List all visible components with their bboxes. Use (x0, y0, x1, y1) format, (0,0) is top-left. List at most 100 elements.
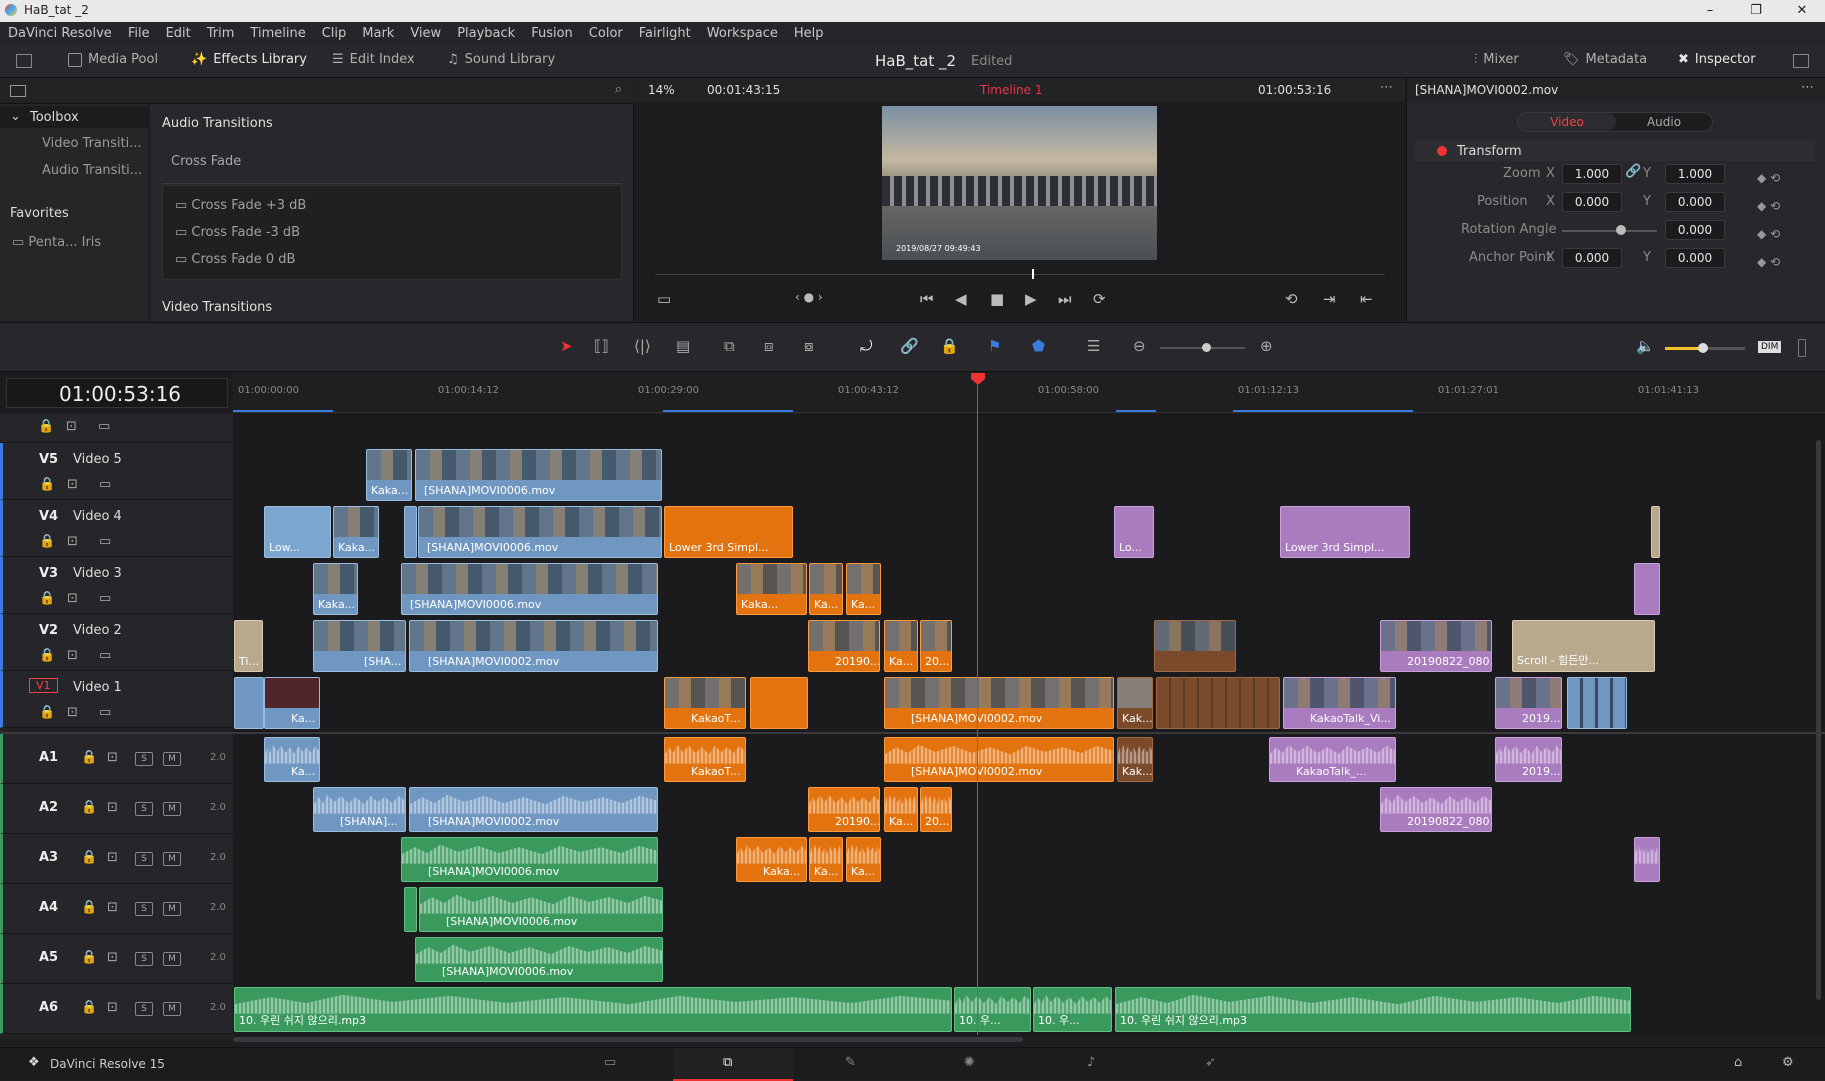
audio-clip[interactable]: Ka... (264, 737, 320, 782)
solo-button[interactable]: S (135, 901, 153, 916)
menu-trim[interactable]: Trim (199, 26, 243, 41)
mute-button[interactable]: M (163, 851, 181, 866)
auto-select-icon[interactable]: ⊡ (67, 648, 78, 663)
timeline-clip[interactable]: Kaka... (366, 449, 412, 501)
timeline-clip[interactable]: Kaka... (736, 563, 807, 615)
position-y-field[interactable]: 0.000 (1665, 192, 1725, 212)
scrubber-playhead[interactable] (1032, 269, 1034, 279)
auto-select-icon[interactable]: ⊡ (67, 477, 78, 492)
timeline-clip[interactable]: [SHANA]MOVI0006.mov (401, 563, 658, 615)
audio-clip[interactable]: [SHANA]MOVI0006.mov (401, 837, 658, 882)
audio-clip[interactable]: KakaoTalk_... (1269, 737, 1396, 782)
timeline-clip[interactable]: Ka... (264, 677, 320, 729)
scrubber[interactable] (655, 274, 1385, 275)
audio-clip[interactable]: 20190... (808, 787, 880, 832)
lock-icon[interactable]: 🔒 (940, 337, 959, 355)
solo-button[interactable]: S (135, 751, 153, 766)
anchor-y-field[interactable]: 0.000 (1665, 248, 1725, 268)
auto-select-icon[interactable]: ⊡ (67, 591, 78, 606)
timeline-clip[interactable] (234, 677, 264, 729)
keyframe-icon[interactable]: ◆ ⟲ (1757, 192, 1797, 220)
menu-help[interactable]: Help (786, 26, 832, 41)
panel-toggle-icon[interactable] (16, 54, 32, 68)
edit-page-tab[interactable]: ⧉ (673, 1048, 793, 1081)
vertical-scrollbar[interactable] (1816, 440, 1821, 1000)
media-pool-button[interactable]: Media Pool (68, 52, 158, 67)
timeline-clip[interactable] (1651, 506, 1660, 558)
lock-icon[interactable]: 🔒 (39, 477, 55, 492)
timeline-clip[interactable] (404, 506, 417, 558)
timeline-clip[interactable]: Lower 3rd Simpl... (664, 506, 793, 558)
timeline-clip[interactable]: 20... (920, 620, 952, 672)
speaker-icon[interactable]: 🔈 (1636, 337, 1655, 355)
audio-clip[interactable]: [SHANA]MOVI0002.mov (409, 787, 658, 832)
lock-icon[interactable]: 🔒 (81, 750, 97, 765)
timeline-clip[interactable]: Kaka... (313, 563, 358, 615)
crossfade-item[interactable]: ▭ Cross Fade +3 dB (175, 198, 306, 213)
position-x-field[interactable]: 0.000 (1562, 192, 1622, 212)
insert-clip-icon[interactable]: ⧉ (724, 337, 735, 355)
effects-library-button[interactable]: ✨ Effects Library (191, 52, 307, 67)
audio-clip[interactable]: [SHANA]... (313, 787, 406, 832)
auto-select-icon[interactable]: ⊡ (107, 900, 118, 915)
audio-clip[interactable]: Kaka... (736, 837, 807, 882)
crop-icon[interactable]: ▭ (657, 290, 671, 308)
mute-button[interactable]: M (163, 801, 181, 816)
mute-button[interactable]: M (163, 901, 181, 916)
menu-davinci[interactable]: DaVinci Resolve (0, 26, 120, 41)
auto-select-icon[interactable]: ⊡ (66, 419, 77, 434)
trim-tool-icon[interactable]: ⟦⟧ (594, 337, 609, 355)
auto-select-icon[interactable]: ⊡ (67, 534, 78, 549)
skip-end-icon[interactable]: ⏭ (1058, 290, 1072, 308)
audio-clip[interactable]: Ka... (846, 837, 881, 882)
metadata-button[interactable]: 🏷 Metadata (1563, 52, 1647, 67)
play-icon[interactable]: ▶ (1025, 290, 1037, 308)
inspector-button[interactable]: ✖ Inspector (1678, 52, 1756, 67)
audio-clip[interactable]: [SHANA]MOVI0006.mov (419, 887, 663, 932)
timeline-clip[interactable]: [SHANA]MOVI0006.mov (415, 449, 662, 501)
play-reverse-icon[interactable]: ◀ (955, 290, 967, 308)
menu-fusion[interactable]: Fusion (523, 26, 581, 41)
snapping-icon[interactable]: ⤾ (860, 337, 873, 355)
edit-index-button[interactable]: ☰ Edit Index (332, 52, 415, 67)
auto-select-icon[interactable]: ⊡ (107, 1000, 118, 1015)
volume-handle[interactable] (1698, 343, 1708, 353)
timeline-clip[interactable]: Lo... (1114, 506, 1154, 558)
zoom-in-icon[interactable]: ⊕ (1260, 337, 1273, 355)
zoom-x-field[interactable]: 1.000 (1562, 164, 1622, 184)
settings-gear-icon[interactable]: ⚙ (1782, 1055, 1794, 1070)
enable-dot-icon[interactable] (1437, 146, 1447, 156)
anchor-x-field[interactable]: 0.000 (1562, 248, 1622, 268)
audio-clip[interactable] (404, 887, 417, 932)
match-frame-icon[interactable]: ⟲ (1285, 290, 1298, 308)
timeline-clip[interactable]: 20190... (808, 620, 880, 672)
timeline-clip[interactable] (1567, 677, 1627, 729)
zoom-y-field[interactable]: 1.000 (1665, 164, 1725, 184)
audio-clip[interactable]: [SHANA]MOVI0002.mov (884, 737, 1114, 782)
search-icon[interactable]: ⌕ (615, 82, 622, 97)
auto-select-icon[interactable]: ⊡ (107, 750, 118, 765)
timeline-clip[interactable]: Low... (264, 506, 331, 558)
timeline-clip[interactable]: KakaoT... (664, 677, 746, 729)
marker-icon[interactable]: ⬟ (1032, 337, 1045, 355)
lock-icon[interactable]: 🔒 (81, 950, 97, 965)
timeline-clip[interactable]: [SHANA]MOVI0002.mov (409, 620, 658, 672)
dynamic-trim-icon[interactable]: ⟨|⟩ (634, 337, 651, 355)
tab-audio[interactable]: Audio (1616, 113, 1712, 131)
audio-clip[interactable]: 10. 우린 쉬지 않으리.mp3 (234, 987, 952, 1032)
audio-clip[interactable] (1634, 837, 1660, 882)
lock-icon[interactable]: 🔒 (39, 534, 55, 549)
audio-clip[interactable]: 20190822_080... (1380, 787, 1492, 832)
timeline-clip[interactable]: Ka... (809, 563, 843, 615)
timeline-clip[interactable]: KakaoTalk_Vi... (1283, 677, 1396, 729)
toolbox-row[interactable]: ⌄ Toolbox (0, 106, 150, 128)
sidebar-toggle-icon[interactable] (10, 85, 26, 97)
track-id[interactable]: V1 (29, 678, 58, 693)
timeline-clip[interactable]: 20190822_080... (1380, 620, 1492, 672)
menu-playback[interactable]: Playback (449, 26, 523, 41)
mute-button[interactable]: M (163, 1001, 181, 1016)
select-tool-icon[interactable]: ➤ (560, 337, 573, 355)
expand-icon[interactable] (1793, 54, 1809, 68)
track-monitor-icon[interactable]: ▭ (99, 591, 111, 606)
timeline-clip[interactable] (1154, 620, 1236, 672)
